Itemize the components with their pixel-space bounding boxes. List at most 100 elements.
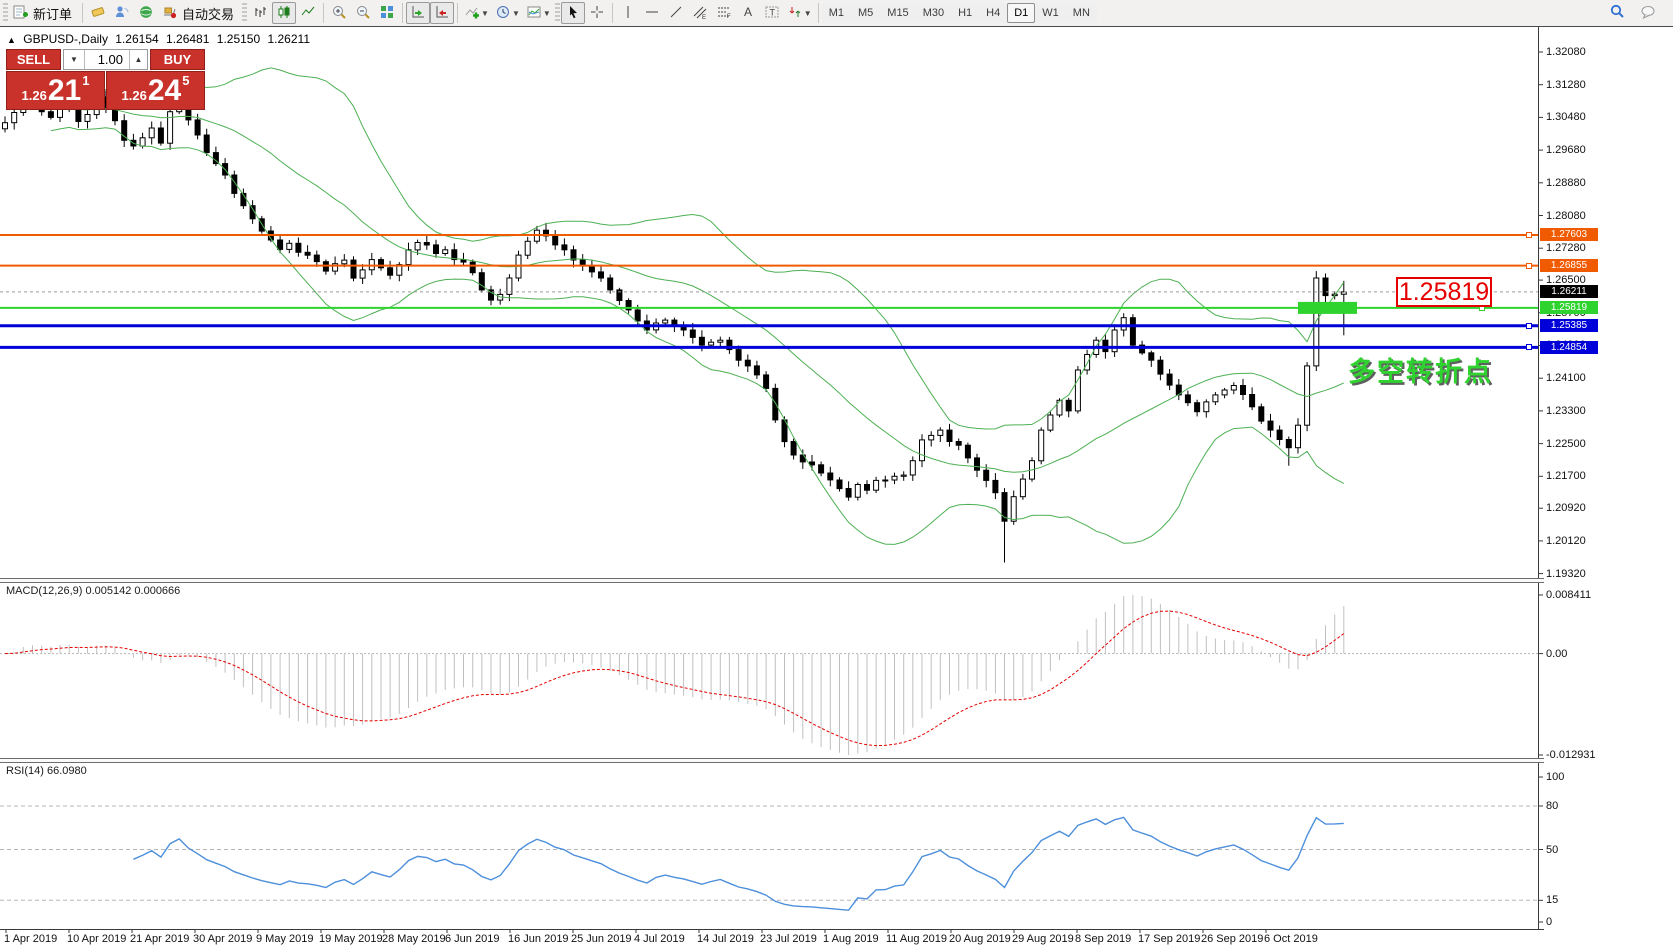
signals-button[interactable] — [110, 2, 134, 24]
time-axis-label: 4 Jul 2019 — [634, 933, 685, 945]
sell-price-panel[interactable]: 1.26 21 1 — [6, 71, 105, 110]
timeframe-button-m5[interactable]: M5 — [851, 3, 880, 23]
zoom-in-button[interactable] — [327, 2, 351, 24]
chat-button[interactable] — [1637, 2, 1661, 24]
line-endpoint-marker[interactable] — [1526, 344, 1532, 350]
autotrading-button[interactable]: 自动交易 — [158, 2, 241, 24]
toolbar: 新订单 自动交易 ▼ ▼ ▼ E F A T ▼ — [0, 0, 1673, 27]
price-axis-label: 1.28880 — [1546, 177, 1586, 189]
sell-price-big: 21 — [48, 76, 81, 106]
timeframe-button-m30[interactable]: M30 — [916, 3, 951, 23]
arrows-icon — [787, 4, 803, 23]
profiles-icon — [90, 4, 106, 23]
fibonacci-button[interactable]: F — [712, 2, 736, 24]
one-click-trading-panel: SELL ▼ 1.00 ▲ BUY 1.26 21 1 1.26 24 5 — [6, 49, 205, 110]
chevron-down-icon: ▼ — [512, 9, 520, 18]
text-icon: A — [740, 4, 756, 23]
sell-button[interactable]: SELL — [6, 49, 61, 70]
time-axis-label: 1 Apr 2019 — [4, 933, 57, 945]
volume-value[interactable]: 1.00 — [85, 50, 129, 69]
volume-increase-button[interactable]: ▲ — [129, 50, 147, 69]
line-endpoint-marker[interactable] — [1526, 323, 1532, 329]
timeframe-button-h4[interactable]: H4 — [979, 3, 1007, 23]
symbol-bar: ▲ GBPUSD-,Daily 1.26154 1.26481 1.25150 … — [7, 32, 314, 46]
bar-chart-icon — [252, 4, 268, 23]
candlestick-chart-icon — [276, 4, 292, 23]
line-chart-button[interactable] — [296, 2, 320, 24]
level-price-tag: 1.25819 — [1540, 301, 1598, 314]
buy-price-panel[interactable]: 1.26 24 5 — [106, 71, 205, 110]
market-icon — [138, 4, 154, 23]
price-axis-label: 1.26500 — [1546, 274, 1586, 286]
arrows-button[interactable]: ▼ — [784, 2, 815, 24]
bar-chart-button[interactable] — [248, 2, 272, 24]
rsi-axis-label: 0 — [1546, 916, 1552, 928]
price-axis-label: 1.22500 — [1546, 438, 1586, 450]
svg-text:T: T — [769, 7, 775, 17]
chart-canvas[interactable] — [0, 0, 1673, 950]
line-chart-icon — [300, 4, 316, 23]
text-label-button[interactable]: T — [760, 2, 784, 24]
line-endpoint-marker[interactable] — [1526, 263, 1532, 269]
text-button[interactable]: A — [736, 2, 760, 24]
line-endpoint-marker[interactable] — [1526, 232, 1532, 238]
timeframe-button-w1[interactable]: W1 — [1035, 3, 1066, 23]
buy-button[interactable]: BUY — [150, 49, 205, 70]
time-axis-label: 20 Aug 2019 — [949, 933, 1011, 945]
timeframe-button-mn[interactable]: MN — [1066, 3, 1097, 23]
market-button[interactable] — [134, 2, 158, 24]
rsi-axis-label: 100 — [1546, 771, 1564, 783]
chevron-down-icon: ▼ — [543, 9, 551, 18]
ohlc-open: 1.26154 — [115, 32, 158, 46]
search-button[interactable] — [1605, 2, 1629, 24]
turning-point-annotation[interactable]: 多空转折点 — [1348, 350, 1493, 389]
tile-windows-button[interactable] — [375, 2, 399, 24]
time-axis-label: 10 Apr 2019 — [67, 933, 126, 945]
chart-shift-button[interactable] — [430, 2, 454, 24]
svg-text:E: E — [702, 15, 706, 20]
zoom-in-icon — [331, 4, 347, 23]
equidistant-channel-button[interactable]: E — [688, 2, 712, 24]
buy-price-sup: 5 — [182, 74, 189, 87]
periods-button[interactable]: ▼ — [492, 2, 523, 24]
candlestick-chart-button[interactable] — [272, 2, 296, 24]
indicators-button[interactable]: ▼ — [461, 2, 492, 24]
pane-separator-rsi[interactable] — [0, 758, 1544, 763]
timeframe-button-h1[interactable]: H1 — [951, 3, 979, 23]
timeframe-group: M1M5M15M30H1H4D1W1MN — [822, 3, 1097, 23]
search-icon — [1609, 3, 1626, 23]
crosshair-button[interactable] — [585, 2, 609, 24]
level-price-tag: 1.26855 — [1540, 259, 1598, 272]
profiles-button[interactable] — [86, 2, 110, 24]
timeframe-button-m15[interactable]: M15 — [880, 3, 915, 23]
zoom-out-button[interactable] — [351, 2, 375, 24]
rsi-axis-label: 80 — [1546, 800, 1558, 812]
time-axis-label: 9 May 2019 — [256, 933, 313, 945]
indicators-icon — [464, 4, 480, 23]
timeframe-button-m1[interactable]: M1 — [822, 3, 851, 23]
crosshair-icon — [589, 4, 605, 23]
cursor-button[interactable] — [561, 2, 585, 24]
new-order-button[interactable]: 新订单 — [9, 2, 79, 24]
auto-scroll-button[interactable] — [406, 2, 430, 24]
price-axis-label: 1.27280 — [1546, 242, 1586, 254]
vertical-line-button[interactable] — [616, 2, 640, 24]
horizontal-line-icon — [644, 4, 660, 23]
pane-separator-macd[interactable] — [0, 578, 1544, 583]
trendline-button[interactable] — [664, 2, 688, 24]
price-level-text-object[interactable]: 1.25819 — [1396, 277, 1492, 307]
templates-button[interactable]: ▼ — [523, 2, 554, 24]
price-axis-line[interactable] — [1538, 27, 1539, 930]
buy-price-small: 1.26 — [122, 86, 147, 106]
horizontal-line-button[interactable] — [640, 2, 664, 24]
macd-axis-label: 0.00 — [1546, 648, 1567, 660]
time-axis-label: 1 Aug 2019 — [823, 933, 879, 945]
svg-text:A: A — [744, 5, 752, 19]
collapse-icon[interactable]: ▲ — [7, 35, 16, 45]
time-axis-line[interactable] — [0, 929, 1544, 930]
price-axis-label: 1.21700 — [1546, 470, 1586, 482]
timeframe-button-d1[interactable]: D1 — [1007, 3, 1035, 23]
mt4-window: 新订单 自动交易 ▼ ▼ ▼ E F A T ▼ — [0, 0, 1673, 950]
volume-decrease-button[interactable]: ▼ — [64, 50, 85, 69]
price-axis-label: 1.28080 — [1546, 210, 1586, 222]
